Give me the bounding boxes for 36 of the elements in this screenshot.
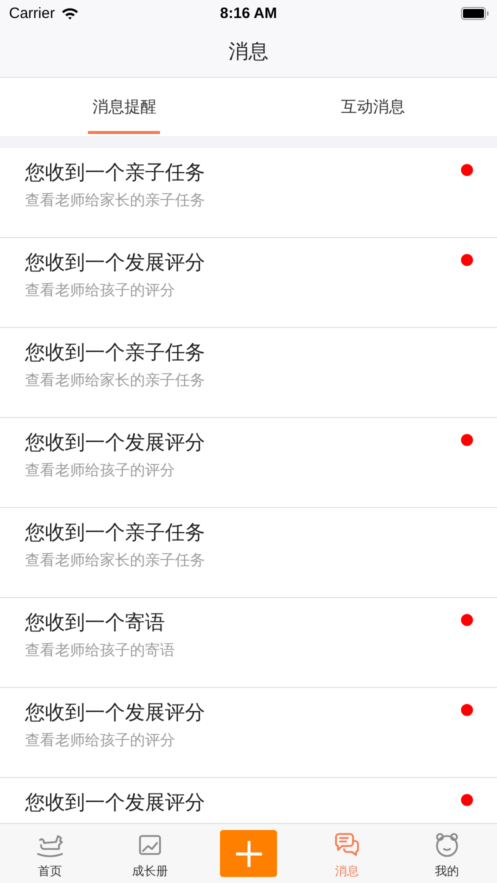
bear-icon <box>433 832 461 858</box>
message-title: 您收到一个亲子任务 <box>25 159 205 185</box>
message-subtitle: 查看老师给家长的亲子任务 <box>25 551 205 570</box>
message-subtitle: 查看老师给家长的亲子任务 <box>25 371 205 390</box>
message-subtitle: 查看老师给家长的亲子任务 <box>25 191 205 210</box>
message-subtitle: 查看老师给孩子的评分 <box>25 731 176 750</box>
message-title: 您收到一个发展评分 <box>25 789 205 815</box>
message-row[interactable]: 您收到一个亲子任务 查看老师给家长的亲子任务 <box>0 328 497 418</box>
page-title: 消息 <box>228 38 268 65</box>
message-subtitle: 查看老师给孩子的评分 <box>25 461 176 480</box>
carrier-label: Carrier <box>9 4 55 22</box>
status-time: 8:16 AM <box>220 4 277 22</box>
message-row[interactable]: 您收到一个发展评分 查看老师给孩子的评分 <box>0 238 497 328</box>
message-row[interactable]: 您收到一个发展评分 查看老师给孩子的评分 <box>0 418 497 508</box>
message-subtitle: 查看老师给孩子的寄语 <box>25 641 175 660</box>
add-button[interactable] <box>220 830 277 877</box>
tab[interactable]: 互动消息 <box>248 78 497 136</box>
message-title: 您收到一个发展评分 <box>25 249 205 275</box>
tab-bar-item[interactable]: 我的 <box>417 828 477 880</box>
message-row[interactable]: 您收到一个亲子任务 查看老师给家长的亲子任务 <box>0 148 497 238</box>
message-row[interactable]: 您收到一个寄语 查看老师给孩子的寄语 <box>0 598 497 688</box>
message-subtitle: 查看老师给孩子的评分 <box>25 281 176 300</box>
message-row[interactable]: 您收到一个发展评分 查看老师给孩子的评分 <box>0 688 497 778</box>
message-row[interactable]: 您收到一个亲子任务 查看老师给家长的亲子任务 <box>0 508 497 598</box>
message-title: 您收到一个发展评分 <box>25 429 205 455</box>
tab[interactable]: 消息提醒 <box>0 78 248 136</box>
tab-bar-item[interactable]: 成长册 <box>120 828 180 880</box>
tab-bar-item[interactable]: 首页 <box>20 828 80 880</box>
plus-icon <box>236 840 262 866</box>
message-title: 您收到一个发展评分 <box>25 699 205 725</box>
battery-icon <box>461 6 489 20</box>
message-title: 您收到一个亲子任务 <box>25 339 205 365</box>
chat-icon <box>333 832 361 858</box>
message-title: 您收到一个寄语 <box>25 609 166 635</box>
message-title: 您收到一个亲子任务 <box>25 519 205 545</box>
wifi-icon <box>60 6 79 20</box>
